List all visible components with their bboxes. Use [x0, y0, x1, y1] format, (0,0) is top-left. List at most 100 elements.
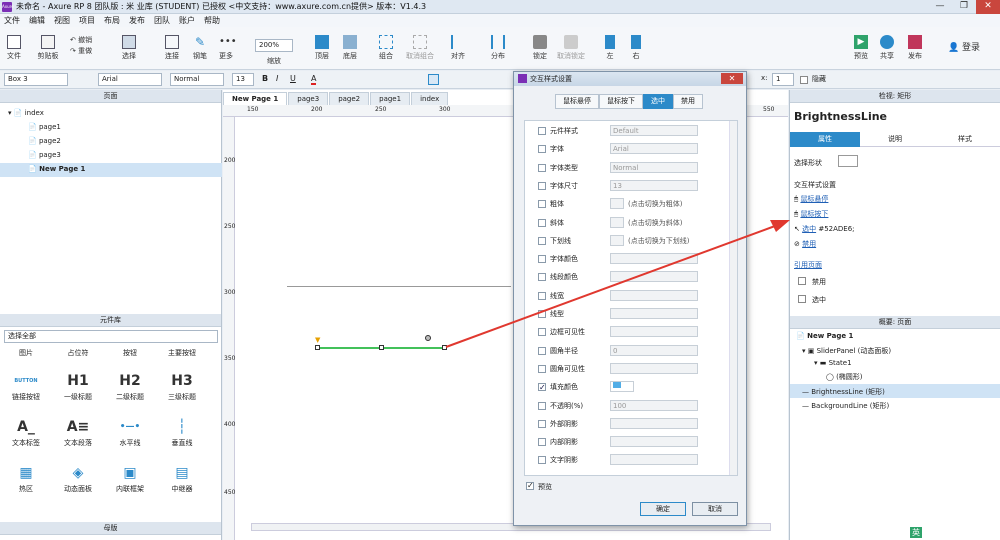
row-checkbox[interactable] — [538, 310, 546, 318]
minimize-button[interactable]: — — [928, 0, 952, 14]
lib-repeater[interactable]: ▤ 中继器 — [156, 462, 208, 494]
row-checkbox[interactable] — [538, 200, 546, 209]
row-checkbox[interactable] — [538, 346, 546, 355]
row-checkbox[interactable] — [538, 273, 546, 282]
tab-notes[interactable]: 说明 — [860, 132, 930, 147]
align-center-button[interactable] — [428, 74, 439, 85]
menu-help[interactable]: 帮助 — [204, 15, 220, 26]
lib-inline-frame[interactable]: ▣ 内联框架 — [104, 462, 156, 494]
group-button[interactable]: 组合 — [372, 35, 400, 61]
lock-button[interactable]: 锁定 — [528, 35, 552, 61]
tab-page2[interactable]: page2 — [329, 92, 370, 105]
x-input[interactable]: 1 — [772, 73, 794, 86]
dialog-tab-disabled[interactable]: 禁用 — [673, 94, 703, 109]
login-button[interactable]: 👤 登录 — [944, 40, 984, 53]
row-value[interactable] — [610, 381, 634, 393]
share-button[interactable]: 共享 — [876, 35, 898, 61]
row-checkbox[interactable] — [538, 181, 546, 190]
widget-name[interactable]: BrightnessLine — [794, 110, 887, 123]
row-checkbox[interactable] — [538, 218, 546, 227]
more-button[interactable]: ••• 更多 — [214, 35, 238, 61]
bottom-layer-button[interactable]: 底层 — [338, 35, 362, 61]
row-value[interactable] — [610, 198, 624, 210]
lib-h1[interactable]: H1 一级标题 — [52, 370, 104, 402]
lib-paragraph[interactable]: A≡ 文本段落 — [52, 416, 104, 448]
menu-file[interactable]: 文件 — [4, 15, 20, 26]
page-item[interactable]: 📄 page1 — [28, 123, 61, 131]
resize-handle[interactable] — [315, 345, 320, 350]
lib-h2[interactable]: H2 二级标题 — [104, 370, 156, 402]
dialog-scrollbar[interactable] — [729, 121, 737, 475]
hidden-checkbox[interactable] — [800, 76, 808, 84]
outline-state[interactable]: ▾ ▬ State1 — [814, 359, 852, 367]
distribute-button[interactable]: 分布 — [486, 35, 510, 61]
library-select[interactable]: 选择全部 — [4, 330, 218, 343]
lib-vertical-line[interactable]: ┆ 垂直线 — [156, 416, 208, 448]
row-checkbox[interactable] — [538, 328, 546, 337]
menu-account[interactable]: 账户 — [179, 15, 195, 26]
link-selected[interactable]: ↖ 选中 #52ADE6; — [794, 224, 855, 234]
lib-category[interactable]: 占位符 — [52, 348, 104, 358]
align-button[interactable]: 对齐 — [446, 35, 470, 61]
row-checkbox[interactable] — [538, 364, 546, 373]
row-value[interactable] — [610, 253, 698, 265]
row-checkbox[interactable] — [538, 291, 546, 300]
menu-team[interactable]: 团队 — [154, 15, 170, 26]
dialog-tab-hover[interactable]: 鼠标悬停 — [555, 94, 599, 109]
row-value[interactable] — [610, 179, 698, 191]
resize-handle[interactable] — [379, 345, 384, 350]
row-checkbox[interactable] — [538, 419, 546, 428]
link-mousedown[interactable]: 🖱 鼠标按下 — [794, 209, 828, 219]
undo-button[interactable]: ↶ 撤销 — [70, 35, 100, 45]
tab-page1[interactable]: page1 — [370, 92, 411, 105]
outline-ellipse[interactable]: ◯ (椭圆形) — [826, 372, 863, 382]
lib-category[interactable]: 主要按钮 — [156, 348, 208, 358]
select-button[interactable]: 选择 — [114, 35, 144, 61]
dialog-tab-selected[interactable]: 选中 — [643, 94, 673, 109]
bold-button[interactable]: B — [262, 74, 268, 83]
row-checkbox[interactable] — [538, 236, 546, 245]
row-checkbox[interactable] — [538, 163, 546, 172]
row-checkbox[interactable] — [538, 381, 546, 395]
menu-layout[interactable]: 布局 — [104, 15, 120, 26]
unlock-button[interactable]: 取消锁定 — [554, 35, 588, 61]
lib-text-label[interactable]: A_ 文本标签 — [0, 416, 52, 448]
row-value[interactable] — [610, 436, 698, 448]
font-size-select[interactable]: 13 — [232, 73, 254, 86]
file-button[interactable]: 文件 — [4, 35, 24, 61]
lib-category[interactable]: 按钮 — [104, 348, 156, 358]
italic-button[interactable]: I — [276, 74, 278, 83]
right-button[interactable]: 右 — [626, 35, 646, 61]
link-disabled[interactable]: ⊘ 禁用 — [794, 239, 816, 249]
pen-button[interactable]: ✎ 钢笔 — [188, 35, 212, 61]
row-value[interactable] — [610, 454, 698, 466]
row-value[interactable] — [610, 234, 624, 246]
top-layer-button[interactable]: 顶层 — [310, 35, 334, 61]
ok-button[interactable]: 确定 — [640, 502, 686, 516]
tab-index[interactable]: index — [411, 92, 449, 105]
row-checkbox[interactable] — [538, 456, 546, 465]
cancel-button[interactable]: 取消 — [692, 502, 738, 516]
row-checkbox[interactable] — [538, 255, 546, 264]
outline-background-line[interactable]: — BackgroundLine (矩形) — [802, 401, 889, 411]
row-value[interactable] — [610, 326, 698, 338]
row-checkbox[interactable] — [538, 401, 546, 410]
row-value[interactable] — [610, 308, 698, 319]
row-value[interactable] — [610, 344, 698, 356]
font-style-select[interactable]: Normal — [170, 73, 224, 86]
lib-link-button[interactable]: BUTTON 链接按钮 — [0, 370, 52, 402]
ref-page-link[interactable]: 引用页面 — [794, 260, 822, 270]
outline-brightness-line[interactable]: — BrightnessLine (矩形) — [790, 384, 1000, 398]
font-select[interactable]: Arial — [98, 73, 162, 86]
row-checkbox[interactable] — [538, 438, 546, 447]
preview-checkbox[interactable]: ✓ — [526, 482, 534, 490]
close-button[interactable]: ✕ — [976, 0, 1000, 14]
background-line[interactable] — [287, 286, 511, 287]
row-checkbox[interactable] — [538, 145, 546, 154]
tab-page3[interactable]: page3 — [288, 92, 329, 105]
row-value[interactable] — [610, 216, 624, 228]
connect-button[interactable]: 连接 — [160, 35, 184, 61]
disabled-checkbox[interactable] — [798, 277, 806, 285]
page-item[interactable]: 📄 page2 — [28, 137, 61, 145]
lib-h3[interactable]: H3 三级标题 — [156, 370, 208, 402]
